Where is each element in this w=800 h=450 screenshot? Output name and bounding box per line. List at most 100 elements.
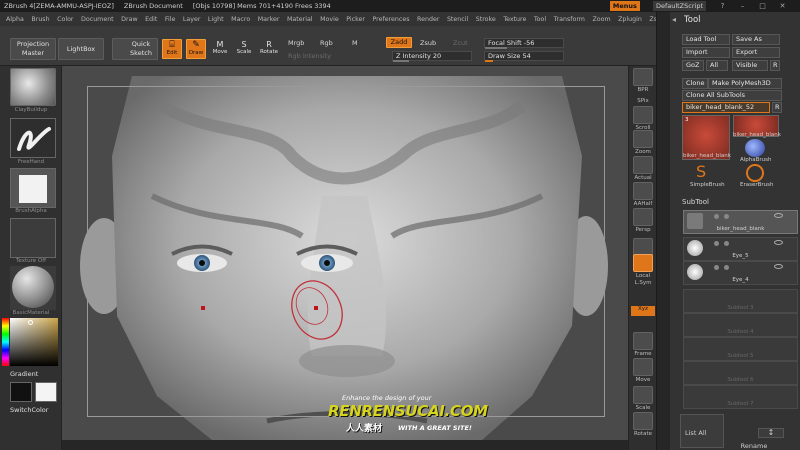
move-down-arrow-icon[interactable]: ↕ — [758, 428, 784, 438]
menu-zplugin[interactable]: Zplugin — [618, 16, 642, 23]
alpha-thumbnail[interactable] — [10, 168, 56, 208]
tool-xyz-button[interactable]: Xyz — [631, 306, 655, 316]
tool-local-button[interactable]: Local — [631, 254, 655, 282]
goz-r-button[interactable]: R — [770, 60, 780, 71]
tool-palette-close-icon[interactable]: ◂ — [672, 15, 676, 24]
tool-zoom-button[interactable]: Zoom — [631, 130, 655, 158]
menu-draw[interactable]: Draw — [121, 16, 137, 23]
tool-rotate-button[interactable]: Rotate — [631, 412, 655, 440]
subtool-row[interactable]: Eye_4 — [683, 261, 798, 285]
gradient-label[interactable]: Gradient — [10, 370, 38, 378]
tool-frame-button[interactable]: Frame — [631, 332, 655, 360]
goz-all-button[interactable]: All — [706, 60, 728, 71]
menu-layer[interactable]: Layer — [183, 16, 201, 23]
menu-render[interactable]: Render — [417, 16, 439, 23]
visibility-eye-icon[interactable] — [774, 213, 783, 218]
draw-size-slider[interactable]: Draw Size 54 — [484, 51, 564, 62]
eraserbrush-icon[interactable] — [746, 164, 764, 182]
rgb-button[interactable]: Rgb — [320, 39, 333, 47]
menu-stroke[interactable]: Stroke — [476, 16, 496, 23]
subtool-row[interactable]: Subtool 3 — [683, 289, 798, 313]
brush-thumbnail[interactable] — [10, 68, 56, 106]
list-all-button[interactable]: List All — [680, 414, 724, 448]
alphabrush-icon[interactable] — [745, 139, 765, 157]
menu-file[interactable]: File — [165, 16, 176, 23]
subtool-row[interactable]: Subtool 7 — [683, 385, 798, 409]
subtool-row[interactable]: Subtool 4 — [683, 313, 798, 337]
tool-r-button[interactable]: R — [772, 102, 782, 113]
stroke-thumbnail[interactable] — [10, 118, 56, 158]
color-picker-square[interactable] — [10, 318, 58, 366]
tool-lsym-button[interactable]: L.Sym — [631, 280, 655, 290]
load-tool-button[interactable]: Load Tool — [682, 34, 730, 45]
menu-brush[interactable]: Brush — [31, 16, 49, 23]
make-polymesh-button[interactable]: Make PolyMesh3D — [708, 78, 782, 89]
m-button[interactable]: M — [352, 39, 358, 47]
menu-movie[interactable]: Movie — [320, 16, 339, 23]
edit-mode-button[interactable]: ⌸ Edit — [162, 39, 182, 59]
subtool-toggle[interactable] — [724, 214, 729, 219]
move-mode-button[interactable]: M Move — [210, 39, 230, 59]
subtool-toggle[interactable] — [714, 214, 719, 219]
draw-mode-button[interactable]: ✎ Draw — [186, 39, 206, 59]
minimize-icon[interactable]: – — [739, 2, 746, 10]
tool-move-button[interactable]: Move — [631, 358, 655, 386]
menu-color[interactable]: Color — [57, 16, 73, 23]
menu-zoom[interactable]: Zoom — [592, 16, 610, 23]
default-zscript-button[interactable]: DefaultZScript — [652, 1, 706, 11]
texture-thumbnail[interactable] — [10, 218, 56, 258]
zadd-button[interactable]: Zadd — [386, 37, 412, 48]
menu-edit[interactable]: Edit — [145, 16, 157, 23]
help-icon[interactable]: ? — [719, 2, 726, 10]
visibility-eye-icon[interactable] — [774, 240, 783, 245]
subtool-header[interactable]: SubTool — [682, 198, 709, 206]
menu-light[interactable]: Light — [208, 16, 224, 23]
viewport-canvas[interactable] — [62, 66, 628, 440]
tool-actual-button[interactable]: Actual — [631, 156, 655, 184]
menu-preferences[interactable]: Preferences — [372, 16, 409, 23]
menu-tool[interactable]: Tool — [534, 16, 546, 23]
save-as-button[interactable]: Save As — [732, 34, 780, 45]
rgb-intensity-slider[interactable]: Rgb Intensity — [288, 52, 331, 60]
menu-document[interactable]: Document — [81, 16, 114, 23]
menu-transform[interactable]: Transform — [554, 16, 585, 23]
scale-mode-button[interactable]: S Scale — [234, 39, 254, 59]
menu-material[interactable]: Material — [287, 16, 313, 23]
simplebrush-icon[interactable]: S — [696, 164, 714, 182]
zcut-button[interactable]: Zcut — [453, 39, 468, 47]
menu-picker[interactable]: Picker — [346, 16, 365, 23]
visibility-eye-icon[interactable] — [774, 264, 783, 269]
mrgb-button[interactable]: Mrgb — [288, 39, 304, 47]
menu-stencil[interactable]: Stencil — [447, 16, 468, 23]
tool-scale-button[interactable]: Scale — [631, 386, 655, 414]
quick-sketch-button[interactable]: Quick Sketch — [112, 38, 158, 60]
subtool-toggle[interactable] — [714, 241, 719, 246]
tool-persp-button[interactable]: Persp — [631, 208, 655, 236]
goz-visible-button[interactable]: Visible — [732, 60, 768, 71]
primary-color-swatch[interactable] — [10, 382, 32, 402]
tray-scrollbar[interactable] — [656, 12, 670, 450]
menu-marker[interactable]: Marker — [258, 16, 280, 23]
maximize-icon[interactable]: □ — [759, 2, 766, 10]
menus-toggle-button[interactable]: Menus — [609, 1, 640, 11]
subtool-toggle[interactable] — [724, 241, 729, 246]
secondary-color-swatch[interactable] — [35, 382, 57, 402]
zsub-button[interactable]: Zsub — [420, 39, 436, 47]
menu-texture[interactable]: Texture — [503, 16, 526, 23]
clone-button[interactable]: Clone — [682, 78, 708, 89]
rotate-mode-button[interactable]: R Rotate — [258, 39, 280, 59]
goz-button[interactable]: GoZ — [682, 60, 704, 71]
current-tool-slider[interactable]: biker_head_blank_52 — [682, 102, 770, 113]
subtool-row[interactable]: Subtool 6 — [683, 361, 798, 385]
z-intensity-slider[interactable]: Z Intensity 20 — [392, 51, 472, 62]
projection-master-button[interactable]: Projection Master — [10, 38, 56, 60]
tool-bpr-button[interactable]: BPR — [631, 68, 655, 96]
focal-shift-slider[interactable]: Focal Shift -56 — [484, 38, 564, 49]
switch-color-button[interactable]: SwitchColor — [10, 406, 48, 414]
lightbox-button[interactable]: LightBox — [58, 38, 104, 60]
subtool-toggle[interactable] — [724, 265, 729, 270]
subtool-toggle[interactable] — [714, 265, 719, 270]
material-thumbnail[interactable] — [10, 266, 56, 310]
hue-strip[interactable] — [2, 318, 9, 366]
menu-alpha[interactable]: Alpha — [6, 16, 24, 23]
